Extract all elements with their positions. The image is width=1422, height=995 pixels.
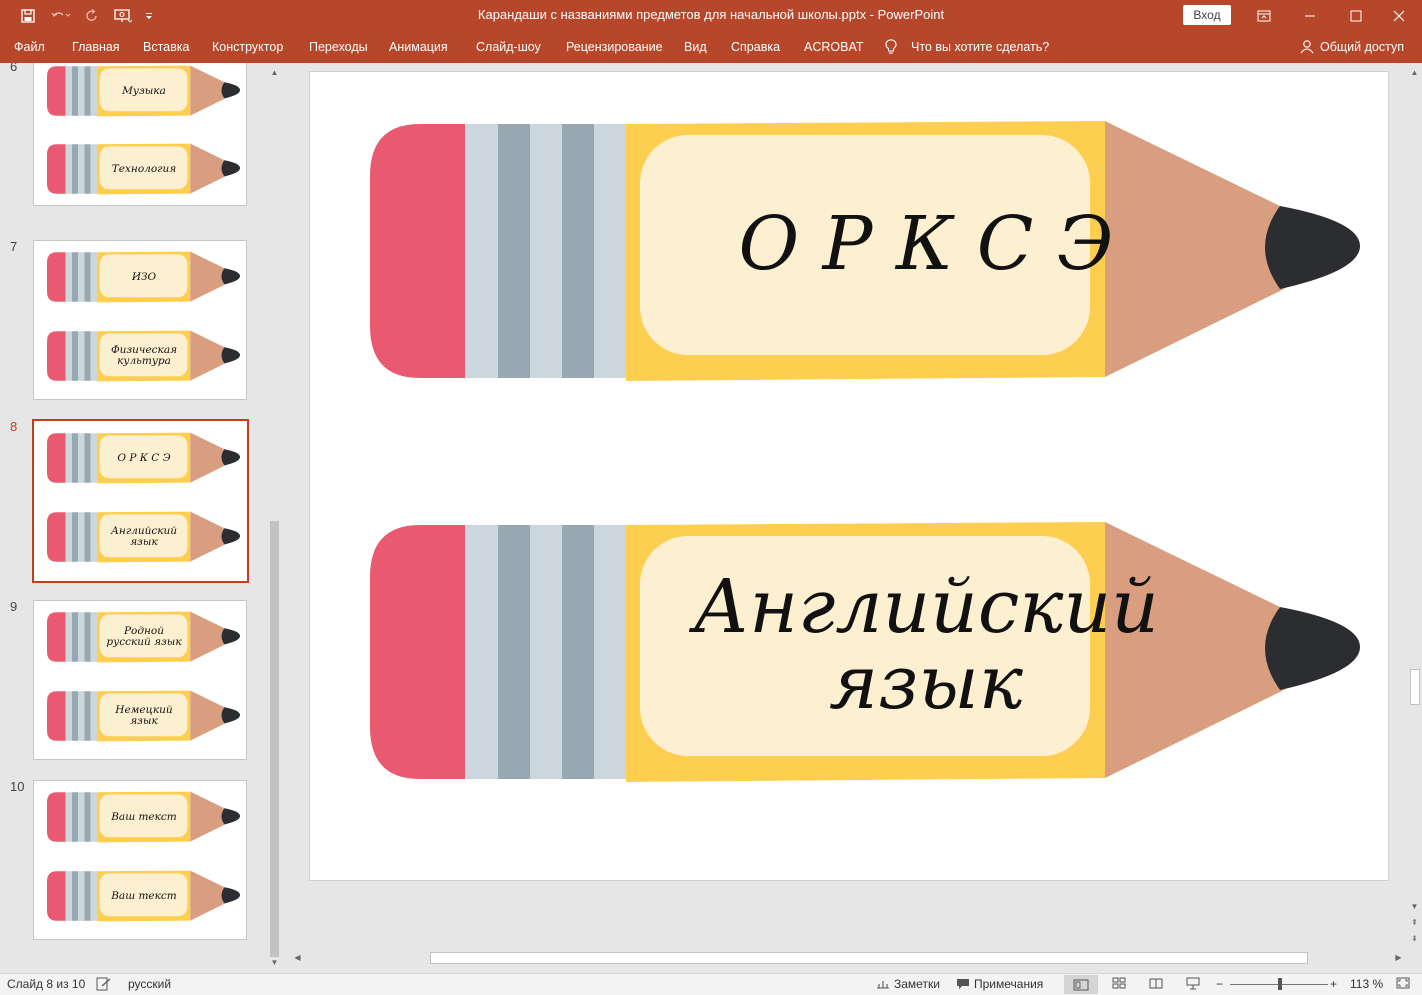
spell-check-icon[interactable] (96, 977, 112, 991)
zoom-level[interactable]: 113 % (1350, 977, 1383, 991)
thumb-pencil-label: Родной русский язык (106, 625, 182, 648)
comments-label: Примечания (974, 977, 1044, 991)
pencil-shape-2[interactable]: Английский язык (370, 522, 1370, 782)
thumb-pencil: Музыка (47, 65, 242, 117)
tab-transitions[interactable]: Переходы (309, 40, 368, 54)
tell-me-search[interactable]: Что вы хотите сделать? (911, 40, 1049, 54)
ribbon-display-options-icon[interactable] (1241, 0, 1287, 31)
thumb-pencil: ИЗО (47, 251, 242, 303)
person-icon (1300, 40, 1314, 54)
slide-thumbnail-8[interactable]: О Р К С Э Английский язык (32, 419, 249, 583)
thumb-pencil-label: Технология (111, 162, 177, 175)
previous-slide-icon[interactable]: ⇞ (1407, 915, 1422, 930)
tab-slideshow[interactable]: Слайд-шоу (476, 40, 541, 54)
thumb-pencil: Родной русский язык (47, 611, 242, 663)
slide-thumbnail-pane: 6 Музыка Технология 7 ИЗО Физическая кул… (0, 63, 282, 973)
share-label: Общий доступ (1320, 39, 1404, 54)
reading-view-icon[interactable] (1149, 977, 1163, 989)
thumb-pencil: Немецкий язык (47, 690, 242, 742)
comment-icon (957, 979, 969, 989)
tab-design[interactable]: Конструктор (212, 40, 283, 54)
thumb-pencil-label: ИЗО (131, 270, 157, 283)
slide-thumbnail-7[interactable]: ИЗО Физическая культура (33, 240, 247, 400)
thumb-pencil: Ваш текст (47, 791, 242, 843)
scroll-down-arrow-icon[interactable]: ▼ (267, 955, 282, 970)
slide-thumbnail-9[interactable]: Родной русский язык Немецкий язык (33, 600, 247, 760)
close-icon[interactable] (1376, 0, 1422, 31)
zoom-in-icon[interactable]: + (1330, 977, 1337, 991)
notes-label: Заметки (894, 977, 940, 991)
slide-thumbnail-6[interactable]: Музыка Технология (33, 63, 247, 206)
tab-animations[interactable]: Анимация (389, 40, 448, 54)
sign-in-button[interactable]: Вход (1183, 5, 1231, 25)
slide-number: 6 (10, 63, 18, 74)
share-button[interactable]: Общий доступ (1300, 39, 1404, 54)
slideshow-view-icon[interactable] (1186, 977, 1200, 990)
slide-number: 10 (10, 779, 25, 794)
thumb-pencil: Физическая культура (47, 330, 242, 382)
tab-file[interactable]: Файл (14, 40, 45, 54)
thumb-pencil-label: Физическая культура (110, 344, 178, 367)
comments-button[interactable]: Примечания (956, 977, 1043, 991)
zoom-slider-thumb[interactable] (1278, 978, 1282, 990)
thumb-pencil-label: Ваш текст (111, 810, 177, 823)
tab-home[interactable]: Главная (72, 40, 120, 54)
slide-counter[interactable]: Слайд 8 из 10 (7, 977, 85, 991)
scroll-down-arrow-icon[interactable]: ▼ (1407, 899, 1422, 914)
slide-horizontal-scrollbar[interactable]: ◀ ▶ (290, 950, 1407, 966)
thumb-pencil: Технология (47, 143, 242, 195)
tab-help[interactable]: Справка (731, 40, 780, 54)
pencil-label-1[interactable]: О Р К С Э (702, 135, 1150, 353)
tab-acrobat[interactable]: ACROBAT (804, 40, 864, 54)
scrollbar-thumb[interactable] (270, 521, 279, 957)
thumb-pencil-label: Немецкий язык (115, 704, 173, 727)
scroll-up-arrow-icon[interactable]: ▲ (1407, 65, 1422, 80)
tab-insert[interactable]: Вставка (143, 40, 189, 54)
scroll-right-arrow-icon[interactable]: ▶ (1391, 950, 1406, 965)
minimize-icon[interactable] (1287, 0, 1333, 31)
scrollbar-thumb[interactable] (430, 952, 1308, 964)
scrollbar-thumb[interactable] (1410, 669, 1420, 705)
thumb-pencil-label: О Р К С Э (117, 451, 171, 464)
thumb-pencil-label: Ваш текст (111, 889, 177, 902)
lightbulb-icon (885, 39, 897, 58)
next-slide-icon[interactable]: ⇟ (1407, 931, 1422, 946)
scroll-up-arrow-icon[interactable]: ▲ (267, 65, 282, 80)
maximize-icon[interactable] (1333, 0, 1379, 31)
pencil-shape-1[interactable]: О Р К С Э (370, 121, 1370, 381)
thumb-pencil: Английский язык (47, 511, 242, 563)
thumb-pencil: О Р К С Э (47, 432, 242, 484)
slide-vertical-scrollbar[interactable]: ▲ ▼ ⇞ ⇟ (1407, 63, 1422, 947)
slide-thumbnail-10[interactable]: Ваш текст Ваш текст (33, 780, 247, 940)
tab-review[interactable]: Рецензирование (566, 40, 663, 54)
thumb-pencil-label: Английский язык (110, 525, 178, 548)
thumb-pencil-label: Музыка (122, 84, 166, 97)
ribbon-tabs: Файл Главная Вставка Конструктор Переход… (0, 31, 1422, 63)
slide-sorter-icon[interactable] (1112, 977, 1126, 989)
title-bar: Карандаши с названиями предметов для нач… (0, 0, 1422, 31)
fit-to-window-icon[interactable] (1396, 977, 1410, 989)
pencil-label-2[interactable]: Английский язык (693, 536, 1159, 754)
notes-icon (877, 981, 889, 989)
thumb-pencil: Ваш текст (47, 870, 242, 922)
notes-button[interactable]: Заметки (876, 977, 940, 991)
zoom-out-icon[interactable]: − (1216, 977, 1223, 991)
status-bar: Слайд 8 из 10 русский Заметки Примечания… (0, 973, 1422, 995)
normal-view-icon[interactable] (1064, 975, 1098, 994)
language-indicator[interactable]: русский (128, 977, 171, 991)
slide-number: 9 (10, 599, 18, 614)
thumbnail-scrollbar[interactable]: ▲ ▼ (267, 63, 282, 973)
tab-view[interactable]: Вид (684, 40, 707, 54)
slide-number: 7 (10, 239, 18, 254)
scroll-left-arrow-icon[interactable]: ◀ (290, 950, 305, 965)
current-slide[interactable]: О Р К С Э Английский язык (309, 71, 1389, 881)
slide-number: 8 (10, 419, 18, 434)
